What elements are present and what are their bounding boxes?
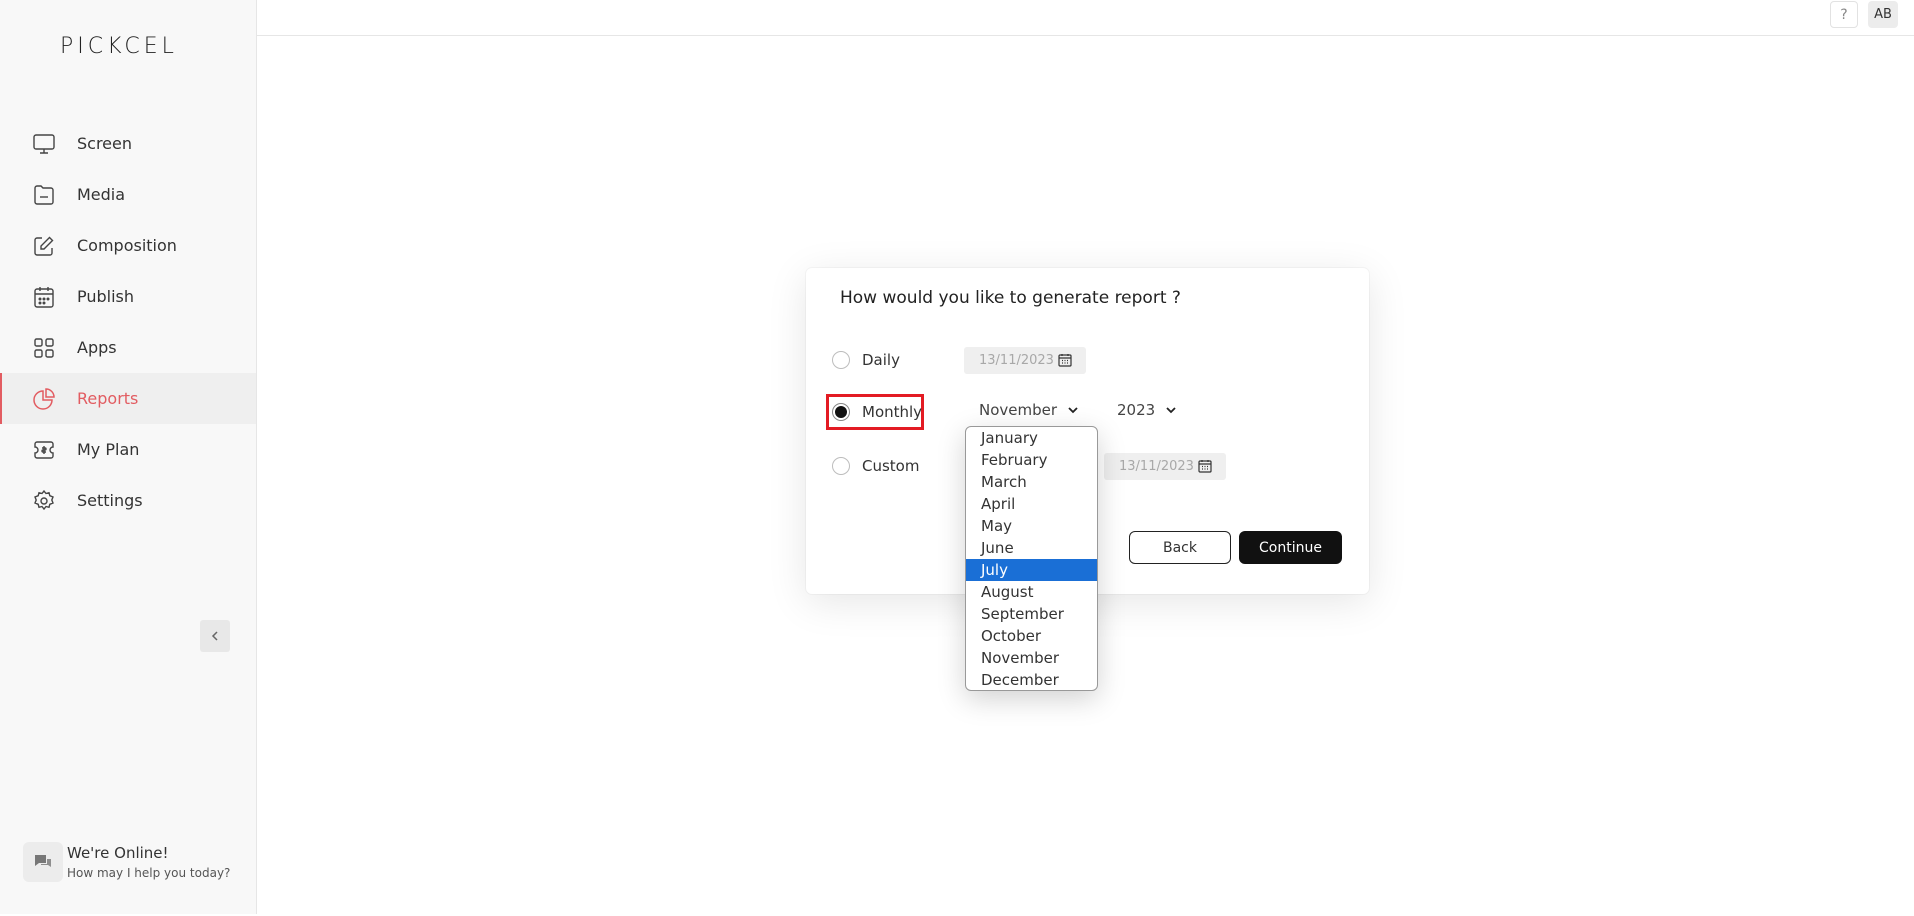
- sidebar-item-label: Media: [77, 185, 126, 204]
- chat-icon: [23, 842, 63, 882]
- chevron-down-icon: [1067, 404, 1079, 416]
- monthly-label: Monthly: [862, 403, 923, 421]
- month-option[interactable]: September: [966, 603, 1097, 625]
- sidebar-item-label: Apps: [77, 338, 117, 357]
- chat-widget[interactable]: We're Online! How may I help you today?: [23, 842, 230, 882]
- back-button[interactable]: Back: [1129, 531, 1231, 564]
- calendar-icon: [32, 285, 56, 309]
- sidebar-item-settings[interactable]: Settings: [0, 475, 256, 526]
- gear-icon: [32, 489, 56, 513]
- monthly-radio[interactable]: [832, 403, 850, 421]
- sidebar-item-label: Composition: [77, 236, 177, 255]
- custom-option[interactable]: Custom: [832, 449, 919, 483]
- month-option[interactable]: March: [966, 471, 1097, 493]
- folder-icon: [32, 183, 56, 207]
- pickcel-logo: PICKCEL: [60, 34, 178, 59]
- grid-icon: [32, 336, 56, 360]
- year-select[interactable]: 2023: [1117, 401, 1177, 419]
- dialog-title: How would you like to generate report ?: [840, 288, 1181, 308]
- month-option[interactable]: June: [966, 537, 1097, 559]
- month-option[interactable]: November: [966, 647, 1097, 669]
- daily-label: Daily: [862, 351, 900, 369]
- sidebar-item-label: My Plan: [77, 440, 140, 459]
- daily-date-value: 13/11/2023: [979, 353, 1054, 368]
- month-option[interactable]: October: [966, 625, 1097, 647]
- top-bar: ? AB: [257, 0, 1914, 36]
- custom-label: Custom: [862, 457, 920, 475]
- sidebar-item-composition[interactable]: Composition: [0, 220, 256, 271]
- collapse-sidebar-button[interactable]: [200, 620, 230, 652]
- calendar-icon: [1058, 353, 1072, 371]
- month-option[interactable]: May: [966, 515, 1097, 537]
- custom-end-date-value: 13/11/2023: [1119, 459, 1194, 474]
- daily-option[interactable]: Daily: [832, 343, 900, 377]
- sidebar-item-reports[interactable]: Reports: [0, 373, 256, 424]
- sidebar-item-label: Settings: [77, 491, 143, 510]
- sidebar-item-label: Reports: [77, 389, 139, 408]
- sidebar-item-label: Publish: [77, 287, 135, 306]
- sidebar-item-media[interactable]: Media: [0, 169, 256, 220]
- monitor-icon: [32, 132, 56, 156]
- chevron-left-icon: [211, 631, 218, 641]
- help-button[interactable]: ?: [1830, 1, 1858, 28]
- sidebar-item-publish[interactable]: Publish: [0, 271, 256, 322]
- avatar[interactable]: AB: [1868, 1, 1898, 28]
- month-option-highlighted[interactable]: July: [966, 559, 1097, 581]
- sidebar: PICKCEL Screen Media Composition Publish: [0, 0, 257, 914]
- year-select-value: 2023: [1117, 401, 1156, 419]
- month-select[interactable]: November: [979, 401, 1079, 419]
- month-option[interactable]: August: [966, 581, 1097, 603]
- calendar-icon: [1198, 459, 1212, 477]
- continue-button[interactable]: Continue: [1239, 531, 1342, 564]
- daily-radio[interactable]: [832, 351, 850, 369]
- chevron-down-icon: [1165, 404, 1177, 416]
- month-option[interactable]: April: [966, 493, 1097, 515]
- custom-end-date-input[interactable]: 13/11/2023: [1104, 453, 1226, 480]
- daily-date-input[interactable]: 13/11/2023: [964, 347, 1086, 374]
- month-option[interactable]: December: [966, 669, 1097, 690]
- sidebar-item-screen[interactable]: Screen: [0, 118, 256, 169]
- month-option[interactable]: February: [966, 449, 1097, 471]
- sidebar-nav: Screen Media Composition Publish Apps Re…: [0, 118, 256, 526]
- sidebar-item-apps[interactable]: Apps: [0, 322, 256, 373]
- chat-subtitle: How may I help you today?: [67, 866, 231, 880]
- monthly-option[interactable]: Monthly: [832, 395, 922, 429]
- month-select-value: November: [979, 401, 1058, 419]
- ticket-icon: [32, 438, 56, 462]
- edit-icon: [32, 234, 56, 258]
- chat-title: We're Online!: [67, 844, 169, 862]
- custom-radio[interactable]: [832, 457, 850, 475]
- month-option[interactable]: January: [966, 427, 1097, 449]
- sidebar-item-label: Screen: [77, 134, 133, 153]
- sidebar-item-my-plan[interactable]: My Plan: [0, 424, 256, 475]
- month-dropdown: January February March April May June Ju…: [965, 426, 1098, 691]
- pie-chart-icon: [32, 387, 56, 411]
